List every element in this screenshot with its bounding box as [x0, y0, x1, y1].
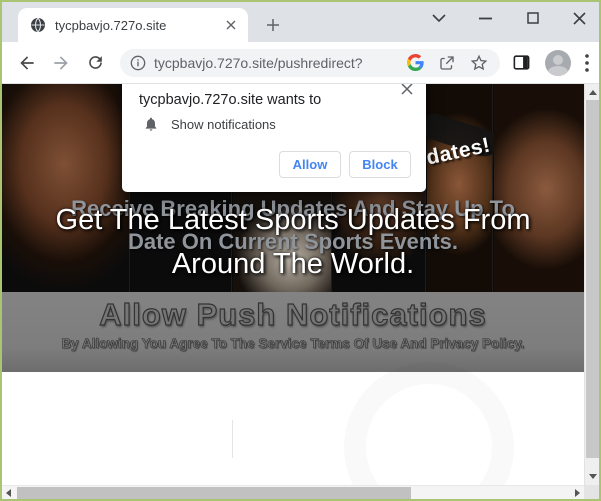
push-banner: Allow Push Notifications By Allowing You…: [2, 292, 584, 372]
main-heading-line2: Around The World.: [2, 248, 584, 281]
vertical-scrollbar[interactable]: [584, 84, 599, 485]
profile-avatar[interactable]: [545, 50, 571, 76]
url-text: tycpbavjo.727o.site/pushredirect?: [154, 55, 393, 71]
forward-button[interactable]: [48, 50, 74, 76]
bell-icon: [143, 116, 159, 132]
share-icon[interactable]: [438, 54, 456, 72]
reload-button[interactable]: [82, 50, 108, 76]
window-menu-chevron-icon[interactable]: [431, 11, 446, 26]
permission-label: Show notifications: [171, 117, 276, 132]
block-button[interactable]: Block: [349, 151, 411, 178]
new-tab-button[interactable]: [260, 12, 286, 38]
back-button[interactable]: [14, 50, 40, 76]
horizontal-scrollbar-thumb[interactable]: [17, 487, 411, 499]
titlebar: tycpbavjo.727o.site: [2, 2, 599, 42]
banner-terms: By Allowing You Agree To The Service Ter…: [2, 336, 584, 351]
bookmark-star-icon[interactable]: [470, 54, 488, 72]
globe-favicon-icon: [30, 17, 46, 33]
scroll-up-arrow-icon[interactable]: [589, 90, 597, 95]
allow-button[interactable]: Allow: [279, 151, 341, 178]
window-minimize-button[interactable]: [478, 11, 493, 26]
tab-close-icon[interactable]: [222, 16, 240, 34]
page-content: dates! Receive Breaking Updates And Stay…: [2, 84, 599, 499]
google-logo-icon[interactable]: [407, 54, 424, 71]
scrollbar-corner: [584, 485, 599, 499]
address-bar[interactable]: tycpbavjo.727o.site/pushredirect?: [120, 49, 500, 77]
dialog-buttons: Allow Block: [279, 151, 411, 178]
menu-kebab-icon[interactable]: [585, 54, 589, 72]
toolbar: tycpbavjo.727o.site/pushredirect?: [2, 42, 599, 84]
browser-window: tycpbavjo.727o.site: [0, 0, 601, 501]
window-maximize-button[interactable]: [525, 11, 540, 26]
page-viewport: dates! Receive Breaking Updates And Stay…: [2, 84, 584, 485]
avatar-head: [553, 55, 563, 65]
scroll-down-arrow-icon[interactable]: [589, 474, 597, 479]
tab-title: tycpbavjo.727o.site: [55, 18, 222, 33]
scroll-left-arrow-icon[interactable]: [6, 489, 11, 497]
side-panel-icon[interactable]: [512, 53, 531, 72]
page-info-icon[interactable]: [130, 55, 146, 71]
permission-row: Show notifications: [143, 116, 276, 132]
scroll-right-arrow-icon[interactable]: [575, 489, 580, 497]
window-controls: [431, 6, 587, 30]
toolbar-right: [512, 50, 589, 76]
avatar-body: [548, 66, 568, 76]
browser-tab[interactable]: tycpbavjo.727o.site: [18, 8, 248, 42]
dialog-title: tycpbavjo.727o.site wants to: [139, 92, 321, 108]
faint-divider-line: [232, 420, 233, 458]
main-heading-line1: Get The Latest Sports Updates From: [2, 204, 584, 237]
window-close-button[interactable]: [572, 11, 587, 26]
notification-permission-dialog: tycpbavjo.727o.site wants to Show notifi…: [122, 84, 426, 192]
dialog-close-icon[interactable]: [398, 84, 416, 98]
horizontal-scrollbar[interactable]: [2, 485, 584, 499]
page-body-blank: [2, 372, 584, 485]
banner-title: Allow Push Notifications: [2, 297, 584, 333]
vertical-scrollbar-thumb[interactable]: [586, 100, 599, 458]
